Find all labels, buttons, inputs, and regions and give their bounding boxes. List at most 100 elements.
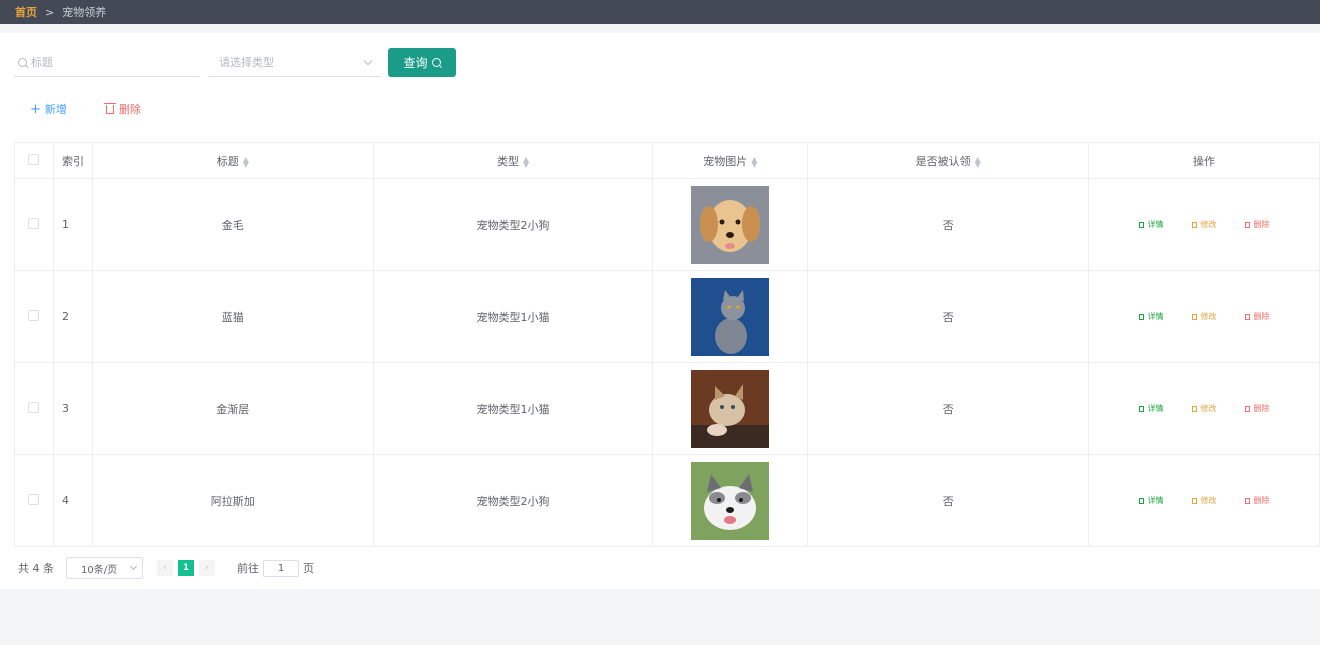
row-adopted: 否 — [807, 454, 1090, 547]
search-icon — [431, 58, 441, 67]
select-all-cell — [14, 142, 54, 179]
detail-button[interactable]: 详情 — [1138, 403, 1164, 414]
pagination: 共 4 条 10条/页 ‹ 1 › 前往 1 页 — [18, 557, 314, 579]
row-type: 宠物类型1小猫 — [373, 362, 654, 455]
sort-icon[interactable]: ▲ ▼ — [523, 155, 529, 168]
row-title: 金渐层 — [92, 362, 374, 455]
row-image-cell — [652, 362, 809, 455]
row-image-cell — [652, 178, 809, 271]
row-index: 1 — [53, 178, 93, 271]
current-page-button[interactable]: 1 — [178, 560, 194, 576]
header-title-label: 标题 — [216, 154, 239, 168]
goto-prefix: 前往 — [237, 562, 259, 575]
edit-button[interactable]: 修改 — [1191, 219, 1217, 230]
breadcrumb: 首页 > 宠物领养 — [0, 0, 1320, 24]
add-button-label: 新增 — [44, 103, 67, 116]
title-search-placeholder: 标题 — [31, 56, 53, 69]
header-adopted[interactable]: 是否被认领 ▲ ▼ — [807, 142, 1090, 179]
sort-icon[interactable]: ▲ ▼ — [975, 155, 981, 168]
delete-button[interactable]: 删除 — [1244, 219, 1270, 230]
trash-icon — [104, 102, 116, 114]
header-index: 索引 — [53, 142, 93, 179]
table-row: 2 蓝猫 宠物类型1小猫 否 详情 修改 删除 — [14, 270, 1320, 363]
page-size-select[interactable]: 10条/页 — [66, 557, 143, 579]
document-icon — [1138, 221, 1144, 228]
row-title: 阿拉斯加 — [92, 454, 374, 547]
batch-delete-button[interactable]: 删除 — [104, 101, 141, 117]
row-checkbox[interactable] — [28, 217, 40, 229]
prev-page-button[interactable]: ‹ — [157, 560, 173, 576]
page-size-value: 10条/页 — [81, 564, 118, 576]
row-image-cell — [652, 270, 809, 363]
trash-icon — [1244, 313, 1250, 320]
row-adopted: 否 — [807, 362, 1090, 455]
detail-label: 详情 — [1147, 220, 1164, 229]
next-page-button[interactable]: › — [199, 560, 215, 576]
document-icon — [1138, 405, 1144, 412]
delete-label: 删除 — [1253, 404, 1270, 413]
breadcrumb-current: 宠物领养 — [62, 6, 107, 19]
detail-button[interactable]: 详情 — [1138, 495, 1164, 506]
header-type-label: 类型 — [496, 154, 519, 168]
row-checkbox[interactable] — [28, 309, 40, 321]
row-title: 蓝猫 — [92, 270, 374, 363]
sort-icon[interactable]: ▲ ▼ — [243, 155, 249, 168]
detail-label: 详情 — [1147, 312, 1164, 321]
edit-button[interactable]: 修改 — [1191, 495, 1217, 506]
row-checkbox[interactable] — [28, 493, 40, 505]
row-select-cell — [14, 178, 54, 271]
type-select-placeholder: 请选择类型 — [219, 56, 274, 69]
plus-icon: + — [30, 101, 41, 117]
malamute-puppy-image[interactable] — [691, 461, 770, 540]
edit-icon — [1191, 405, 1197, 412]
row-type: 宠物类型2小狗 — [373, 178, 654, 271]
add-button[interactable]: + 新增 — [30, 101, 67, 117]
delete-label: 删除 — [1253, 220, 1270, 229]
goto-page-input[interactable]: 1 — [263, 559, 299, 577]
search-icon — [18, 57, 27, 67]
batch-delete-label: 删除 — [119, 103, 141, 116]
delete-button[interactable]: 删除 — [1244, 403, 1270, 414]
breadcrumb-home[interactable]: 首页 — [15, 4, 37, 20]
row-operations: 详情 修改 删除 — [1088, 454, 1320, 547]
golden-retriever-puppy-image[interactable] — [691, 185, 770, 264]
trash-icon — [1244, 405, 1250, 412]
header-title[interactable]: 标题 ▲ ▼ — [92, 142, 374, 179]
document-icon — [1138, 313, 1144, 320]
select-all-checkbox[interactable] — [28, 153, 40, 165]
edit-icon — [1191, 313, 1197, 320]
edit-button[interactable]: 修改 — [1191, 311, 1217, 322]
header-type[interactable]: 类型 ▲ ▼ — [373, 142, 654, 179]
row-operations: 详情 修改 删除 — [1088, 362, 1320, 455]
delete-button[interactable]: 删除 — [1244, 311, 1270, 322]
edit-label: 修改 — [1200, 496, 1217, 505]
delete-button[interactable]: 删除 — [1244, 495, 1270, 506]
detail-button[interactable]: 详情 — [1138, 219, 1164, 230]
chevron-down-icon — [129, 562, 138, 571]
row-select-cell — [14, 454, 54, 547]
header-operation: 操作 — [1088, 142, 1320, 179]
query-button[interactable]: 查询 — [388, 48, 456, 77]
detail-button[interactable]: 详情 — [1138, 311, 1164, 322]
header-image[interactable]: 宠物图片 ▲ ▼ — [652, 142, 809, 179]
title-search-input[interactable]: 标题 — [14, 48, 200, 77]
british-blue-cat-image[interactable] — [691, 277, 770, 356]
breadcrumb-separator: > — [45, 5, 55, 19]
document-icon — [1138, 497, 1144, 504]
row-adopted: 否 — [807, 270, 1090, 363]
golden-kitten-image[interactable] — [691, 369, 770, 448]
detail-label: 详情 — [1147, 496, 1164, 505]
header-image-label: 宠物图片 — [703, 154, 748, 168]
delete-label: 删除 — [1253, 496, 1270, 505]
type-select[interactable]: 请选择类型 — [209, 48, 381, 77]
pet-table: 索引 标题 ▲ ▼ 类型 ▲ ▼ 宠物图片 ▲ ▼ 是否被认领 ▲ ▼ 操作 1 金毛 宠物类型… — [14, 142, 1320, 547]
delete-label: 删除 — [1253, 312, 1270, 321]
row-title: 金毛 — [92, 178, 374, 271]
sort-icon[interactable]: ▲ ▼ — [751, 155, 757, 168]
edit-button[interactable]: 修改 — [1191, 403, 1217, 414]
total-count: 共 4 条 — [18, 562, 54, 575]
table-row: 1 金毛 宠物类型2小狗 否 详情 修改 删除 — [14, 178, 1320, 271]
header-adopted-label: 是否被认领 — [915, 154, 971, 168]
table-row: 4 阿拉斯加 宠物类型2小狗 否 详情 修改 删除 — [14, 454, 1320, 547]
row-checkbox[interactable] — [28, 401, 40, 413]
